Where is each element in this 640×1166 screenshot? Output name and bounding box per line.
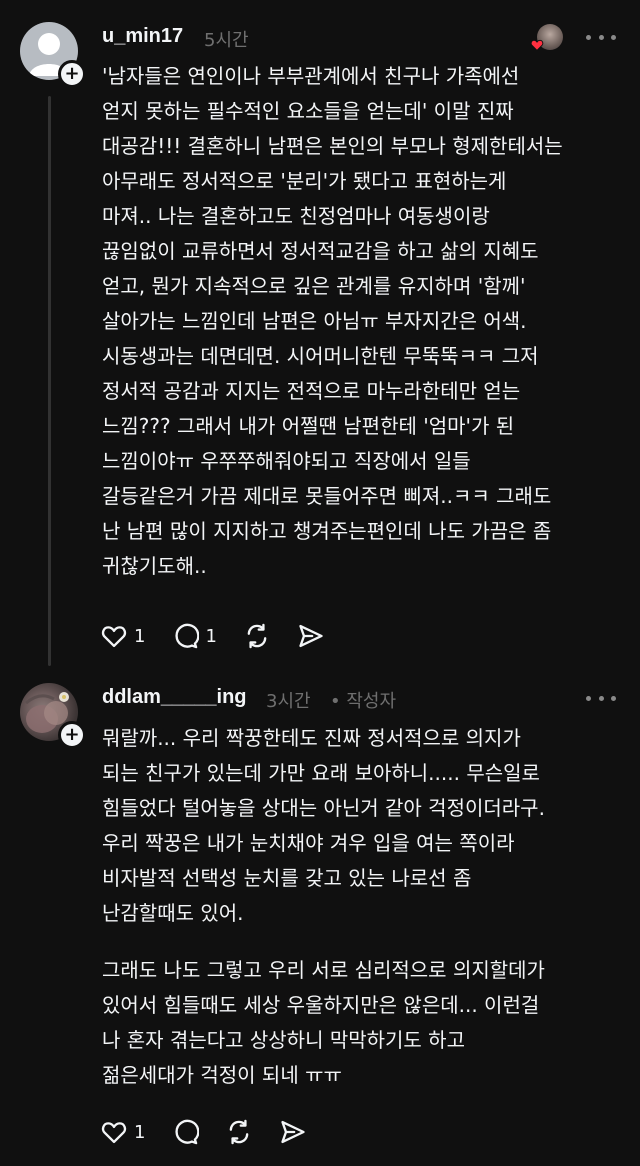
more-options-icon[interactable] [586,693,616,703]
comment-text: 뭐랄까... 우리 짝꿍한테도 진짜 정서적으로 의지가 되는 친구가 있는데 … [102,726,545,925]
action-bar: 1 [100,1116,333,1148]
timestamp: 3시간 [266,691,311,712]
like-count: 1 [134,1121,146,1143]
comment-text-paragraph-2: 그래도 나도 그렇고 우리 서로 심리적으로 의지할데가 있어서 힘들때도 세상… [102,958,545,1087]
username[interactable]: ddlam_____ing [102,686,247,709]
like-button[interactable]: 1 [100,1118,145,1146]
repost-button[interactable] [225,1118,253,1146]
follow-plus-icon[interactable]: + [58,721,86,749]
share-button[interactable] [279,1118,307,1146]
send-icon [281,1120,306,1144]
comment-2: + ddlam_____ing 3시간 • 작성자 뭐랄까... 우리 짝꿍한테… [0,0,640,1166]
heart-icon [101,1122,127,1144]
repost-icon [230,1119,249,1145]
comment-bubble-icon [175,1119,200,1145]
reply-button[interactable] [171,1118,200,1146]
author-tag: • 작성자 [330,691,397,712]
